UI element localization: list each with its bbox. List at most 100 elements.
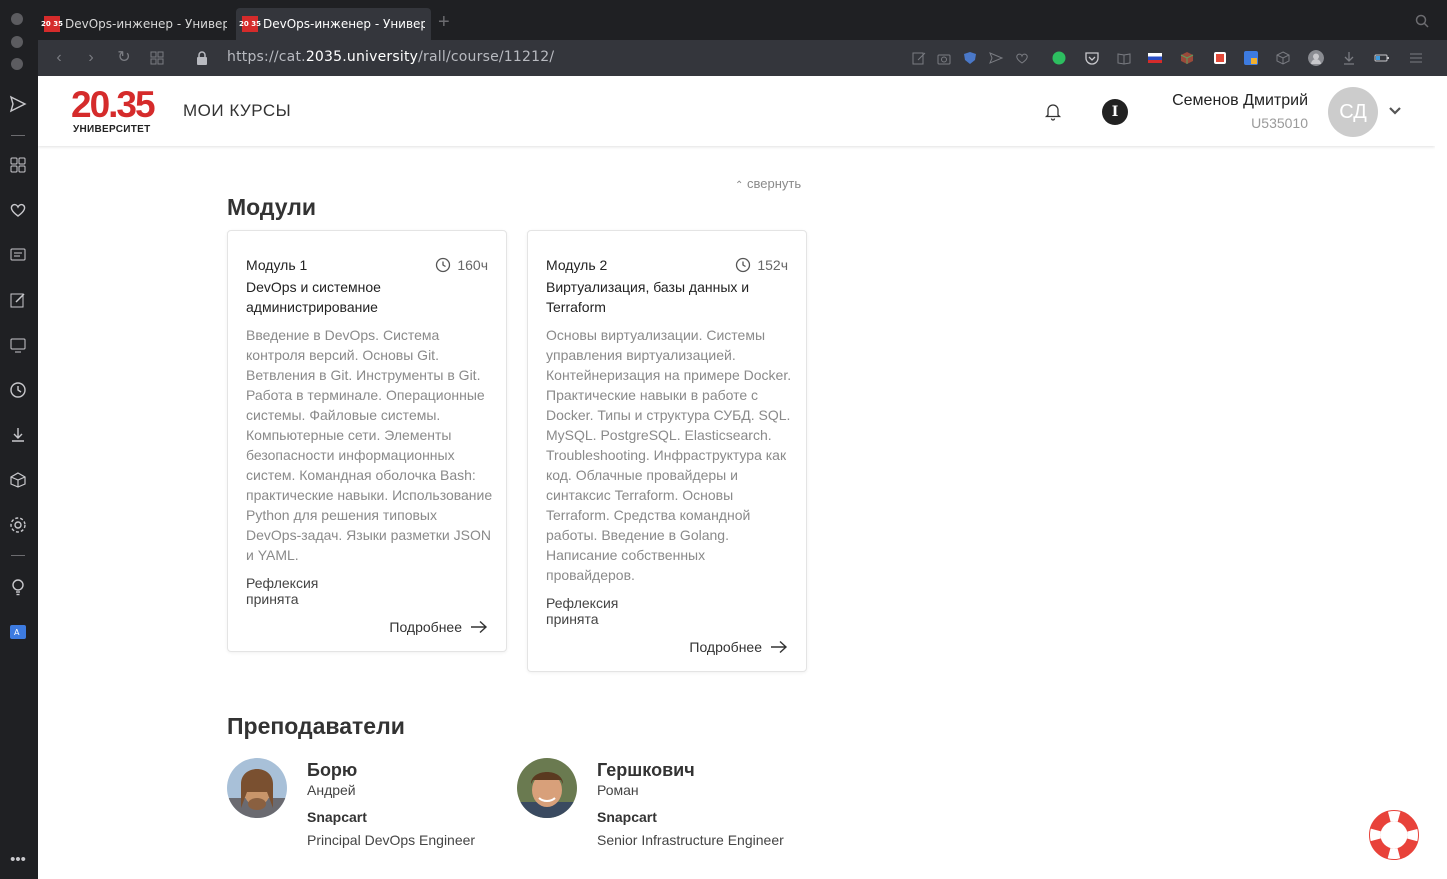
- tabs-grid-icon[interactable]: [148, 49, 166, 67]
- speed-dial-icon[interactable]: [8, 155, 28, 175]
- reader-icon[interactable]: [1116, 50, 1132, 66]
- window-minimize-icon[interactable]: [11, 36, 23, 48]
- info-icon[interactable]: I: [1102, 99, 1128, 125]
- module-description: Основы виртуализации. Системы управления…: [546, 327, 792, 583]
- russian-flag-icon[interactable]: [1147, 50, 1163, 66]
- settings-gear-icon[interactable]: [8, 515, 28, 535]
- edit-icon[interactable]: [8, 290, 28, 310]
- teacher-first-name: Андрей: [307, 782, 356, 798]
- site-favicon-icon: 20 35: [41, 16, 63, 32]
- bell-icon[interactable]: [1043, 101, 1063, 121]
- module-more-link[interactable]: Подробнее: [389, 619, 488, 635]
- sidebar-divider: [11, 135, 25, 136]
- collapse-label: свернуть: [747, 176, 802, 191]
- shield-icon[interactable]: [962, 50, 978, 66]
- module-title: DevOps и системное администрирование: [246, 279, 381, 315]
- camera-icon[interactable]: [936, 50, 952, 66]
- cube-extension-icon[interactable]: [1179, 50, 1195, 66]
- nav-my-courses[interactable]: МОИ КУРСЫ: [183, 101, 291, 121]
- teacher-first-name: Роман: [597, 782, 639, 798]
- browser-tab[interactable]: 20 35 DevOps-инженер - Университ: [38, 8, 233, 40]
- module-hours-value: 152ч: [757, 257, 788, 273]
- more-icon[interactable]: •••: [8, 850, 28, 870]
- tab-title: DevOps-инженер - Университ: [65, 17, 227, 31]
- module-title: Виртуализация, базы данных и Terraform: [546, 279, 750, 315]
- module-card: Модуль 1 160ч DevOps и системное админис…: [227, 230, 507, 652]
- send-icon[interactable]: [988, 50, 1004, 66]
- downloads-icon[interactable]: [8, 425, 28, 445]
- pocket-icon[interactable]: [1084, 50, 1100, 66]
- more-label: Подробнее: [689, 639, 762, 655]
- heart-icon[interactable]: [1014, 50, 1030, 66]
- edit-page-icon[interactable]: [911, 50, 927, 66]
- forward-icon[interactable]: ›: [82, 49, 100, 67]
- teacher-photo: [517, 758, 577, 818]
- box-icon[interactable]: [1275, 50, 1291, 66]
- site-header: 20.35 УНИВЕРСИТЕТ МОИ КУРСЫ I Семенов Дм…: [38, 76, 1435, 146]
- extension-red-icon[interactable]: [1212, 50, 1228, 66]
- teacher-photo: [227, 758, 287, 818]
- url-prefix: https://cat.: [227, 49, 306, 65]
- lock-icon[interactable]: [195, 50, 209, 66]
- lightbulb-icon[interactable]: [8, 577, 28, 597]
- browser-tab-active[interactable]: 20 35 DevOps-инженер - Университ: [236, 8, 431, 40]
- chevron-down-icon[interactable]: [1388, 104, 1402, 118]
- tab-search-icon[interactable]: [1415, 14, 1429, 28]
- back-icon[interactable]: ‹: [50, 49, 68, 67]
- window-zoom-icon[interactable]: [11, 58, 23, 70]
- clock-icon: [436, 257, 451, 273]
- user-name: Семенов Дмитрий: [1172, 92, 1308, 109]
- module-status: Рефлексия принята: [546, 595, 619, 627]
- collapse-link[interactable]: ⌃ свернуть: [735, 176, 801, 191]
- page-scrollbar-gutter: [1435, 76, 1447, 879]
- evernote-icon[interactable]: [1051, 50, 1067, 66]
- download-icon[interactable]: [1341, 50, 1357, 66]
- avatar[interactable]: СД: [1328, 87, 1378, 137]
- translate-icon[interactable]: [1243, 50, 1259, 66]
- help-lifebuoy-icon[interactable]: [1368, 809, 1420, 861]
- module-number: Модуль 1: [246, 257, 308, 273]
- site-logo-subtitle: УНИВЕРСИТЕТ: [73, 124, 151, 135]
- module-more-link[interactable]: Подробнее: [689, 639, 788, 655]
- url-domain: 2035.university: [305, 49, 419, 65]
- address-bar: ‹ › ↻ https://cat.2035.university/rall/c…: [38, 40, 1447, 76]
- reload-icon[interactable]: ↻: [115, 49, 133, 67]
- module-number: Модуль 2: [546, 257, 608, 273]
- modules-heading: Модули: [227, 194, 317, 220]
- teachers-heading: Преподаватели: [227, 713, 405, 739]
- tab-title: DevOps-инженер - Университ: [263, 17, 425, 31]
- teacher-role: Principal DevOps Engineer: [307, 832, 476, 848]
- chevron-up-icon: ⌃: [735, 180, 744, 191]
- new-tab-icon[interactable]: +: [438, 12, 450, 32]
- arrow-right-icon: [771, 640, 788, 654]
- web-page: 20.35 УНИВЕРСИТЕТ МОИ КУРСЫ I Семенов Дм…: [38, 76, 1435, 879]
- clock-icon: [736, 257, 751, 273]
- module-hours: 152ч: [735, 257, 788, 273]
- module-description: Введение в DevOps. Система контроля верс…: [246, 327, 493, 563]
- teacher-company: Snapcart: [307, 809, 367, 825]
- profile-avatar-icon[interactable]: [1308, 50, 1324, 66]
- window-close-icon[interactable]: [11, 13, 23, 25]
- url-path: /rall/course/11212/: [418, 49, 555, 65]
- extensions-cube-icon[interactable]: [8, 470, 28, 490]
- battery-icon[interactable]: [1374, 50, 1390, 66]
- url-field[interactable]: https://cat.2035.university/rall/course/…: [227, 49, 554, 65]
- history-icon[interactable]: [8, 380, 28, 400]
- teacher-role: Senior Infrastructure Engineer: [597, 832, 784, 848]
- send-icon[interactable]: [8, 94, 28, 114]
- heart-icon[interactable]: [8, 200, 28, 220]
- snapshot-icon[interactable]: [8, 335, 28, 355]
- easy-setup-icon[interactable]: [1408, 50, 1424, 66]
- module-status: Рефлексия принята: [246, 575, 319, 607]
- browser-tab-bar: 20 35 DevOps-инженер - Университ 20 35 D…: [0, 0, 1447, 40]
- translate-icon[interactable]: A: [8, 622, 28, 642]
- sidebar-divider: [11, 555, 25, 556]
- module-hours-value: 160ч: [457, 257, 488, 273]
- module-hours: 160ч: [435, 257, 488, 273]
- module-card: Модуль 2 152ч Виртуализация, базы данных…: [527, 230, 807, 672]
- news-icon[interactable]: [8, 245, 28, 265]
- arrow-right-icon: [471, 620, 488, 634]
- teacher-surname: Гершкович: [597, 760, 695, 780]
- teacher-surname: Борю: [307, 760, 358, 780]
- site-logo[interactable]: 20.35: [71, 86, 156, 123]
